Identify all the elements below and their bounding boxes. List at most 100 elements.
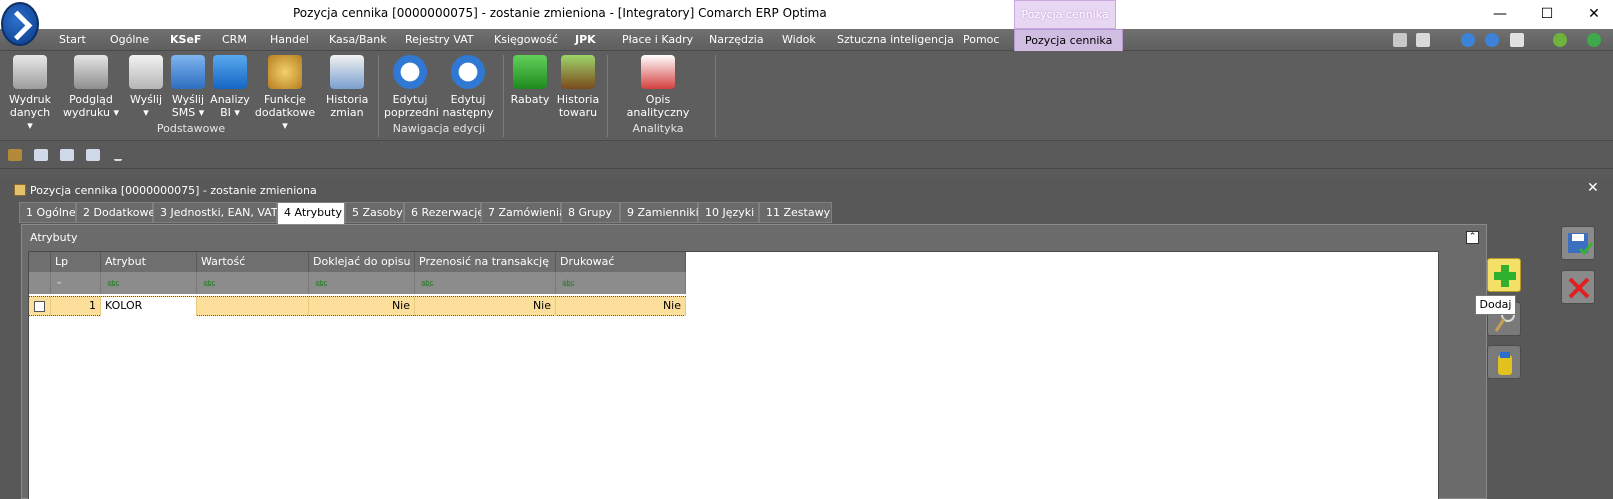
header-drukowac[interactable]: Drukować [556, 252, 686, 272]
tab-rezerwacje[interactable]: 6 Rezerwacje [404, 202, 484, 223]
quick-access-toolbar [0, 141, 1613, 169]
tab-zamowienia[interactable]: 7 Zamówienia [481, 202, 566, 223]
minimize-button[interactable]: — [1490, 4, 1510, 24]
menu-ksef[interactable]: KSeF [170, 29, 201, 51]
filter-doklejac[interactable]: a͟b͟c [309, 272, 415, 294]
context-tab-label: Pozycja cennika [1014, 0, 1116, 29]
menu-place-kadry[interactable]: Płace i Kadry [622, 29, 693, 51]
header-wartosc[interactable]: Wartość [197, 252, 309, 272]
edytuj-nastepny-button[interactable]: Edytuj następny [442, 55, 494, 119]
menu-handel[interactable]: Handel [270, 29, 309, 51]
menu-widok[interactable]: Widok [782, 29, 816, 51]
menu-jpk[interactable]: JPK [575, 29, 596, 51]
filter-text-icon: a͟b͟c [315, 279, 328, 287]
document-window: Pozycja cennika [0000000075] - zostanie … [0, 178, 1613, 499]
delete-button[interactable] [1487, 345, 1521, 379]
close-window-button[interactable]: ✕ [1584, 4, 1604, 24]
analytics-bi-icon [213, 55, 247, 89]
header-select[interactable] [29, 252, 51, 272]
help-icon[interactable] [1587, 33, 1601, 47]
menu-pozycja-cennika[interactable]: Pozycja cennika [1014, 29, 1124, 51]
grid-filter-row: ═ a͟b͟c a͟b͟c a͟b͟c a͟b͟c a͟b͟c [29, 272, 686, 294]
analizy-bi-button[interactable]: Analizy BI ▾ [210, 55, 250, 119]
filter-funnel-icon[interactable] [29, 272, 51, 294]
filter-wartosc[interactable]: a͟b͟c [197, 272, 309, 294]
attributes-panel: Atrybuty ⌃ Lp Atrybut Wartość Doklejać d… [21, 224, 1487, 499]
refresh-icon[interactable] [1553, 33, 1567, 47]
menu-ogolne[interactable]: Ogólne [110, 29, 149, 51]
title-bar: Pozycja cennika [0000000075] - zostanie … [0, 0, 1613, 29]
envelope-icon [129, 55, 163, 89]
menu-rejestry-vat[interactable]: Rejestry VAT [405, 29, 474, 51]
tab-zestawy[interactable]: 11 Zestawy [759, 202, 832, 223]
cell-doklejac[interactable]: Nie [309, 297, 415, 316]
tab-dodatkowe[interactable]: 2 Dodatkowe [76, 202, 155, 223]
cell-wartosc[interactable] [197, 297, 309, 316]
header-przenosic[interactable]: Przenosić na transakcję [415, 252, 556, 272]
group-label-analityka: Analityka [632, 122, 684, 135]
header-atrybut[interactable]: Atrybut [101, 252, 197, 272]
header-lp[interactable]: Lp [51, 252, 101, 272]
opis-analityczny-button[interactable]: Opis analityczny [616, 55, 700, 119]
document-title: Pozycja cennika [0000000075] - zostanie … [14, 184, 317, 197]
historia-zmian-button[interactable]: Historia zmian [326, 55, 368, 119]
save-button[interactable] [1561, 226, 1595, 260]
wyslij-sms-button[interactable]: Wyślij SMS ▾ [170, 55, 206, 119]
tab-atrybuty[interactable]: 4 Atrybuty [277, 202, 345, 225]
print-preview-icon [74, 55, 108, 89]
podglad-wydruku-button[interactable]: Podgląd wydruku ▾ [63, 55, 119, 119]
cell-drukowac[interactable]: Nie [556, 297, 686, 316]
filter-atrybut[interactable]: a͟b͟c [101, 272, 197, 294]
menu-narzedzia[interactable]: Narzędzia [709, 29, 764, 51]
sms-icon [171, 55, 205, 89]
menu-start[interactable]: Start [59, 29, 86, 51]
wydruk-danych-button[interactable]: Wydruk danych ▾ [6, 55, 54, 132]
app-logo-icon[interactable] [1, 2, 39, 46]
windows-icon[interactable] [1510, 33, 1524, 47]
filter-drukowac[interactable]: a͟b͟c [556, 272, 686, 294]
rabaty-button[interactable]: Rabaty [510, 55, 550, 106]
floppy-save-icon [1568, 233, 1594, 256]
menu-bar: Start Ogólne KSeF CRM Handel Kasa/Bank R… [0, 29, 1613, 51]
menu-kasa-bank[interactable]: Kasa/Bank [329, 29, 387, 51]
cell-lp: 1 [51, 297, 101, 316]
menu-pomoc[interactable]: Pomoc [963, 29, 999, 51]
history-list-icon [330, 55, 364, 89]
table-row[interactable]: 1 KOLOR Nie Nie Nie [29, 296, 686, 316]
maximize-button[interactable]: ☐ [1537, 4, 1557, 24]
tab-ogolne[interactable]: 1 Ogólne [19, 202, 76, 223]
close-document-button[interactable]: ✕ [1587, 180, 1599, 196]
add-button[interactable] [1487, 258, 1521, 292]
wyslij-button[interactable]: Wyślij ▾ [128, 55, 164, 119]
monitor-icon[interactable] [1416, 33, 1430, 47]
filter-text-icon: a͟b͟c [107, 279, 120, 287]
back-nav-icon[interactable] [1461, 33, 1475, 47]
document-wz-icon[interactable] [60, 149, 74, 161]
tab-zasoby[interactable]: 5 Zasoby [345, 202, 404, 223]
tab-zamienniki[interactable]: 9 Zamienniki [620, 202, 699, 223]
filter-przenosic[interactable]: a͟b͟c [415, 272, 556, 294]
historia-towaru-button[interactable]: Historia towaru [556, 55, 600, 119]
cell-atrybut[interactable]: KOLOR [101, 297, 197, 316]
cancel-button[interactable] [1561, 270, 1595, 304]
menu-sztuczna-inteligencja[interactable]: Sztuczna inteligencja [837, 29, 954, 51]
tab-jednostki[interactable]: 3 Jednostki, EAN, VAT [153, 202, 278, 223]
edytuj-poprzedni-button[interactable]: Edytuj poprzedni [384, 55, 439, 119]
customize-toolbar-icon[interactable] [114, 149, 122, 161]
header-doklejac[interactable]: Doklejać do opisu [309, 252, 415, 272]
collapse-panel-button[interactable]: ⌃ [1466, 231, 1479, 244]
ribbon-collapse-icon[interactable] [1393, 33, 1407, 47]
row-checkbox[interactable] [34, 301, 45, 312]
tab-jezyki[interactable]: 10 Języki [698, 202, 759, 223]
filter-lp[interactable]: ═ [51, 272, 101, 294]
funkcje-dodatkowe-button[interactable]: Funkcje dodatkowe ▾ [254, 55, 316, 132]
document-ko-icon[interactable] [86, 149, 100, 161]
cell-przenosic[interactable]: Nie [415, 297, 556, 316]
tab-grupy[interactable]: 8 Grupy [561, 202, 620, 223]
menu-crm[interactable]: CRM [222, 29, 247, 51]
package-icon[interactable] [8, 149, 22, 161]
document-pz-icon[interactable] [34, 149, 48, 161]
filter-text-icon: a͟b͟c [562, 279, 575, 287]
menu-ksiegowosc[interactable]: Księgowość [494, 29, 558, 51]
forward-nav-icon[interactable] [1485, 33, 1499, 47]
